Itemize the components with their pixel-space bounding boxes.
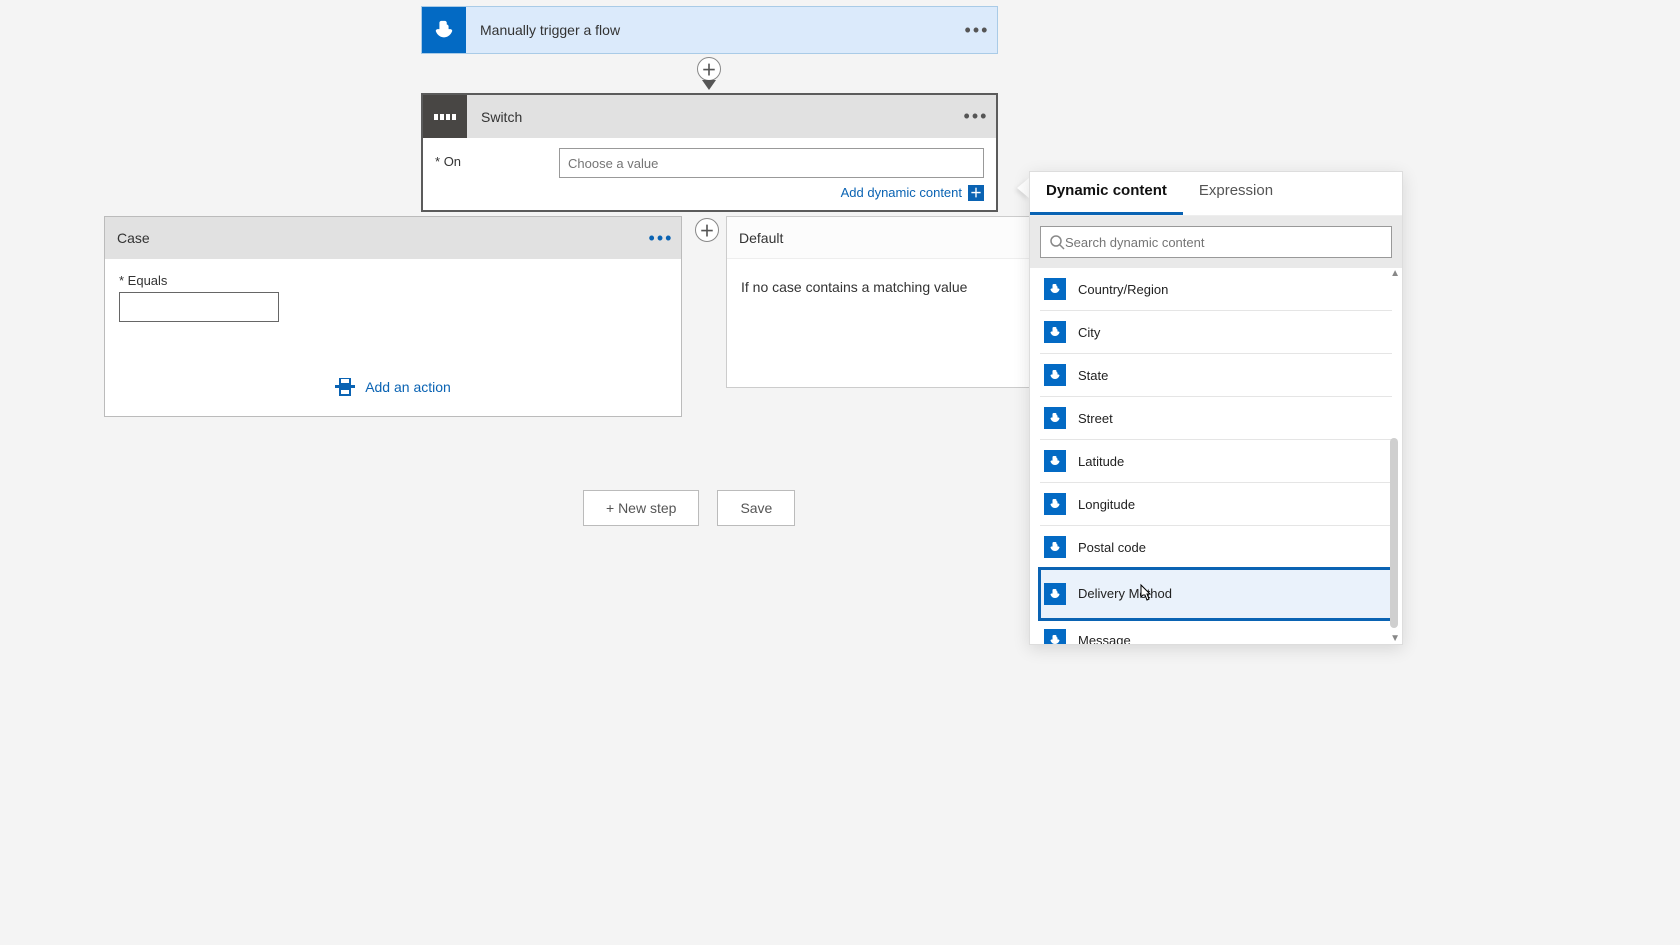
case-add-action-button[interactable]: Add an action: [119, 378, 667, 396]
search-icon: [1049, 234, 1065, 250]
dynamic-content-item[interactable]: Street: [1040, 397, 1392, 440]
add-dynamic-content-plus-icon[interactable]: ＋: [968, 185, 984, 201]
dynamic-content-item-label: Street: [1078, 411, 1113, 426]
dynamic-content-item-label: City: [1078, 325, 1100, 340]
flyout-beak: [1017, 178, 1029, 198]
case-card: Case ••• * Equals Add an action: [104, 216, 682, 417]
tab-dynamic-content[interactable]: Dynamic content: [1030, 172, 1183, 215]
case-equals-input[interactable]: [119, 292, 279, 322]
trigger-menu-button[interactable]: •••: [957, 20, 997, 41]
dynamic-content-list: Country/Region City State Street Latitude Lon…: [1030, 268, 1402, 644]
insert-step-button[interactable]: ＋: [697, 57, 721, 81]
dynamic-content-item-label: State: [1078, 368, 1108, 383]
switch-on-input[interactable]: [559, 148, 984, 178]
equals-label: * Equals: [119, 273, 667, 288]
switch-header[interactable]: Switch •••: [423, 95, 996, 138]
save-button[interactable]: Save: [717, 490, 795, 526]
arrow-down-icon: [702, 80, 716, 90]
dynamic-content-item-label: Longitude: [1078, 497, 1135, 512]
trigger-token-icon: [1044, 583, 1066, 605]
case-title: Case: [117, 230, 641, 246]
trigger-title: Manually trigger a flow: [466, 22, 957, 38]
switch-icon: [423, 95, 467, 138]
trigger-token-icon: [1044, 278, 1066, 300]
dynamic-content-search-input[interactable]: [1065, 235, 1383, 250]
dynamic-content-flyout: Dynamic content Expression Country/Regio…: [1029, 171, 1403, 645]
scroll-up-icon[interactable]: ▲: [1390, 268, 1400, 279]
dynamic-content-item[interactable]: Message: [1040, 619, 1392, 644]
switch-card: Switch ••• * On Add dynamic content ＋: [421, 93, 998, 212]
dynamic-content-item-label: Delivery Method: [1078, 586, 1172, 601]
add-case-button[interactable]: ＋: [695, 218, 719, 242]
dynamic-content-item[interactable]: Delivery Method: [1040, 569, 1392, 619]
dynamic-content-item[interactable]: State: [1040, 354, 1392, 397]
trigger-token-icon: [1044, 321, 1066, 343]
trigger-token-icon: [1044, 364, 1066, 386]
dynamic-content-item[interactable]: Longitude: [1040, 483, 1392, 526]
dynamic-content-item-label: Message: [1078, 633, 1131, 645]
on-label: * On: [435, 148, 545, 169]
dynamic-content-item[interactable]: City: [1040, 311, 1392, 354]
dynamic-content-item-label: Postal code: [1078, 540, 1146, 555]
flyout-scrollbar[interactable]: [1390, 438, 1398, 628]
trigger-token-icon: [1044, 629, 1066, 644]
case-menu-button[interactable]: •••: [641, 228, 681, 249]
trigger-token-icon: [1044, 407, 1066, 429]
dynamic-content-item[interactable]: Postal code: [1040, 526, 1392, 569]
dynamic-content-item-label: Country/Region: [1078, 282, 1168, 297]
add-dynamic-content-link[interactable]: Add dynamic content: [841, 185, 962, 200]
dynamic-content-item[interactable]: Latitude: [1040, 440, 1392, 483]
dynamic-content-search[interactable]: [1040, 226, 1392, 258]
trigger-token-icon: [1044, 536, 1066, 558]
switch-title: Switch: [467, 109, 956, 125]
dynamic-content-item-label: Latitude: [1078, 454, 1124, 469]
dynamic-content-item[interactable]: Country/Region: [1040, 268, 1392, 311]
switch-menu-button[interactable]: •••: [956, 106, 996, 127]
trigger-token-icon: [1044, 450, 1066, 472]
trigger-token-icon: [1044, 493, 1066, 515]
tab-expression[interactable]: Expression: [1183, 172, 1289, 215]
trigger-icon: [422, 7, 466, 53]
scroll-down-icon[interactable]: ▼: [1390, 633, 1400, 644]
insert-action-icon: [335, 378, 355, 396]
trigger-card[interactable]: Manually trigger a flow •••: [421, 6, 998, 54]
new-step-button[interactable]: + New step: [583, 490, 699, 526]
case-header[interactable]: Case •••: [105, 217, 681, 259]
